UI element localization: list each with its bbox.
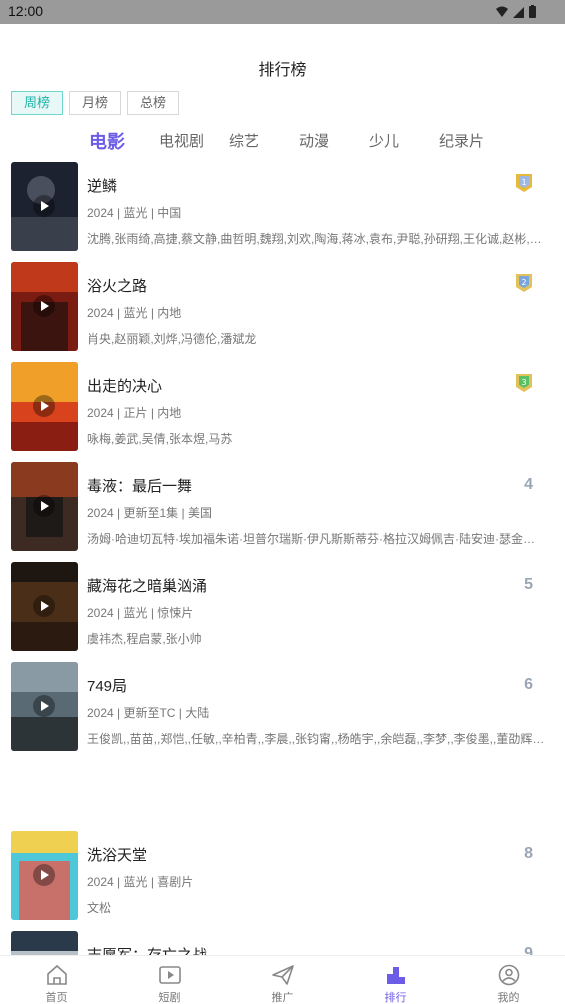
bottom-nav: 首页 短剧 推广 排行 我的 bbox=[0, 955, 565, 1004]
movie-title: 逆鳞 bbox=[87, 178, 118, 195]
tab-variety[interactable]: 综艺 bbox=[229, 130, 259, 151]
nav-short-drama-label: 短剧 bbox=[158, 992, 181, 1004]
movie-meta: 2024 | 更新至1集 | 美国 bbox=[87, 506, 212, 520]
rank-number: 6 bbox=[524, 676, 533, 693]
tab-kids[interactable]: 少儿 bbox=[369, 130, 399, 151]
tab-monthly[interactable]: 月榜 bbox=[69, 91, 121, 115]
movie-cast: 肖央,赵丽颖,刘烨,冯德伦,潘斌龙 bbox=[87, 332, 257, 346]
movie-cast: 汤姆·哈迪切瓦特·埃加福朱诺·坦普尔瑞斯·伊凡斯斯蒂芬·格拉汉姆佩吉·陆安迪·瑟… bbox=[87, 532, 535, 546]
movie-title: 志愿军：存亡之战 bbox=[87, 944, 207, 955]
movie-meta: 2024 | 蓝光 | 惊悚片 bbox=[87, 606, 194, 620]
play-icon bbox=[33, 864, 55, 886]
play-icon bbox=[33, 595, 55, 617]
status-time: 12:00 bbox=[8, 3, 44, 19]
movie-title: 浴火之路 bbox=[87, 278, 148, 295]
tab-tv-series[interactable]: 电视剧 bbox=[159, 130, 204, 151]
movie-cast: 咏梅,姜武,吴倩,张本煜,马苏 bbox=[87, 432, 233, 446]
ranking-row[interactable]: 浴火之路 2024 | 蓝光 | 内地 肖央,赵丽颖,刘烨,冯德伦,潘斌龙 2 bbox=[0, 262, 565, 352]
play-icon bbox=[33, 395, 55, 417]
nav-profile[interactable]: 我的 bbox=[452, 956, 565, 1004]
movie-poster[interactable] bbox=[11, 262, 78, 351]
tab-anime[interactable]: 动漫 bbox=[299, 130, 329, 151]
ranking-row[interactable]: 志愿军：存亡之战 9 bbox=[0, 931, 565, 955]
send-icon bbox=[272, 965, 294, 985]
nav-home-label: 首页 bbox=[45, 992, 68, 1004]
movie-meta: 2024 | 正片 | 内地 bbox=[87, 406, 182, 420]
movie-title: 出走的决心 bbox=[87, 378, 163, 395]
wifi-icon bbox=[496, 6, 508, 17]
play-icon bbox=[33, 695, 55, 717]
category-tabs: 电影 电视剧 综艺 动漫 少儿 纪录片 bbox=[0, 128, 565, 156]
nav-home[interactable]: 首页 bbox=[0, 956, 113, 1004]
gold-medal-icon: 1 bbox=[516, 174, 532, 192]
movie-poster[interactable] bbox=[11, 831, 78, 920]
tab-all-time[interactable]: 总榜 bbox=[127, 91, 179, 115]
tab-documentary[interactable]: 纪录片 bbox=[439, 130, 484, 151]
ranking-icon bbox=[387, 967, 405, 984]
movie-meta: 2024 | 蓝光 | 内地 bbox=[87, 306, 182, 320]
movie-cast: 虞祎杰,程启蒙,张小帅 bbox=[87, 632, 202, 646]
movie-title: 毒液：最后一舞 bbox=[87, 478, 193, 495]
nav-ranking[interactable]: 排行 bbox=[339, 956, 452, 1004]
tab-weekly[interactable]: 周榜 bbox=[11, 91, 63, 115]
movie-poster[interactable] bbox=[11, 662, 78, 751]
movie-cast: 沈腾,张雨绮,高捷,蔡文静,曲哲明,魏翔,刘欢,陶海,蒋冰,袁布,尹聪,孙研翔,… bbox=[87, 232, 542, 246]
play-icon bbox=[33, 495, 55, 517]
page-title: 排行榜 bbox=[258, 62, 307, 79]
rank-number: 9 bbox=[524, 945, 533, 955]
ranking-row[interactable]: 毒液：最后一舞 2024 | 更新至1集 | 美国 汤姆·哈迪切瓦特·埃加福朱诺… bbox=[0, 462, 565, 552]
tab-movies[interactable]: 电影 bbox=[89, 128, 125, 154]
svg-text:2: 2 bbox=[521, 278, 526, 287]
movie-poster[interactable] bbox=[11, 931, 78, 955]
movie-cast: 王俊凯,,苗苗,,郑恺,,任敏,,辛柏青,,李晨,,张钧甯,,杨皓宇,,余皑磊,… bbox=[87, 732, 545, 746]
nav-ranking-label: 排行 bbox=[384, 992, 407, 1004]
svg-text:1: 1 bbox=[521, 178, 526, 187]
nav-short-drama[interactable]: 短剧 bbox=[113, 956, 226, 1004]
home-icon bbox=[47, 964, 67, 985]
movie-poster[interactable] bbox=[11, 462, 78, 551]
rank-number: 4 bbox=[524, 476, 533, 493]
status-bar: 12:00 bbox=[0, 0, 565, 24]
bronze-medal-icon: 3 bbox=[516, 374, 532, 392]
play-icon bbox=[33, 295, 55, 317]
signal-icon bbox=[513, 7, 524, 18]
silver-medal-icon: 2 bbox=[516, 274, 532, 292]
movie-title: 藏海花之暗巢汹涌 bbox=[87, 578, 208, 595]
ranking-row[interactable]: 出走的决心 2024 | 正片 | 内地 咏梅,姜武,吴倩,张本煜,马苏 3 bbox=[0, 362, 565, 452]
movie-poster[interactable] bbox=[11, 362, 78, 451]
movie-poster[interactable] bbox=[11, 162, 78, 251]
ranking-row[interactable]: 藏海花之暗巢汹涌 2024 | 蓝光 | 惊悚片 虞祎杰,程启蒙,张小帅 5 bbox=[0, 562, 565, 652]
svg-text:3: 3 bbox=[521, 378, 526, 387]
nav-profile-label: 我的 bbox=[497, 992, 520, 1004]
movie-title: 749局 bbox=[87, 678, 128, 695]
nav-promote-label: 推广 bbox=[271, 992, 294, 1004]
movie-poster[interactable] bbox=[11, 562, 78, 651]
movie-meta: 2024 | 蓝光 | 中国 bbox=[87, 206, 182, 220]
play-icon bbox=[33, 195, 55, 217]
movie-meta: 2024 | 更新至TC | 大陆 bbox=[87, 706, 210, 720]
nav-promote[interactable]: 推广 bbox=[226, 956, 339, 1004]
system-icons bbox=[496, 5, 536, 18]
rank-number: 8 bbox=[524, 845, 533, 862]
rank-number: 5 bbox=[524, 576, 533, 593]
movie-cast: 文松 bbox=[87, 901, 112, 915]
movie-title: 洗浴天堂 bbox=[87, 847, 148, 864]
movie-meta: 2024 | 蓝光 | 喜剧片 bbox=[87, 875, 194, 889]
profile-icon bbox=[498, 964, 520, 986]
ranking-row[interactable]: 749局 2024 | 更新至TC | 大陆 王俊凯,,苗苗,,郑恺,,任敏,,… bbox=[0, 662, 565, 752]
video-icon bbox=[159, 966, 181, 984]
battery-icon bbox=[529, 6, 536, 18]
ranking-row[interactable]: 洗浴天堂 2024 | 蓝光 | 喜剧片 文松 8 bbox=[0, 831, 565, 921]
ranking-row[interactable]: 逆鳞 2024 | 蓝光 | 中国 沈腾,张雨绮,高捷,蔡文静,曲哲明,魏翔,刘… bbox=[0, 162, 565, 252]
